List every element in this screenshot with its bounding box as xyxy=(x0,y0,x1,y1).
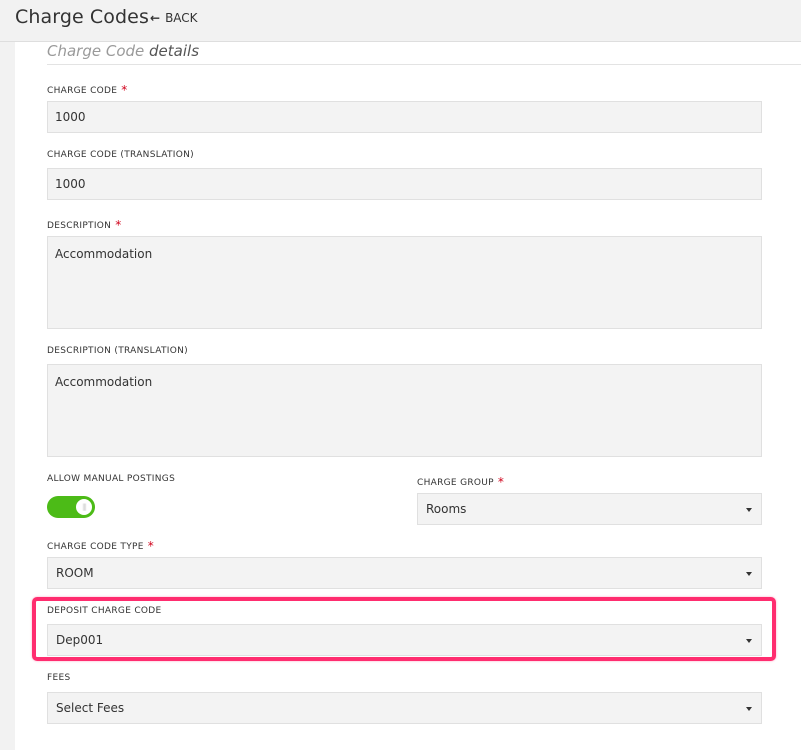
charge-group-label: CHARGE GROUP * xyxy=(417,474,505,489)
fees-select[interactable]: Select Fees xyxy=(47,692,762,724)
deposit-charge-code-value: Dep001 xyxy=(56,633,104,647)
fees-value: Select Fees xyxy=(56,701,125,715)
page-title: Charge Codes xyxy=(15,6,149,28)
charge-code-type-label-text: CHARGE CODE TYPE xyxy=(47,542,144,552)
description-label: DESCRIPTION * xyxy=(47,217,122,232)
description-label-text: DESCRIPTION xyxy=(47,221,112,231)
description-textarea[interactable]: Accommodation xyxy=(47,236,762,329)
top-bar: Charge Codes ← BACK xyxy=(0,0,801,42)
allow-manual-postings-label: ALLOW MANUAL POSTINGS xyxy=(47,474,176,484)
charge-code-type-value: ROOM xyxy=(56,566,94,580)
caret-down-icon xyxy=(746,572,752,576)
charge-code-type-select[interactable]: ROOM xyxy=(47,557,762,589)
back-label: BACK xyxy=(165,11,198,25)
section-title-part1: Charge Code xyxy=(47,42,145,60)
deposit-charge-code-label: DEPOSIT CHARGE CODE xyxy=(47,606,162,616)
caret-down-icon xyxy=(746,508,752,512)
required-marker: * xyxy=(147,539,155,553)
description-translation-textarea[interactable]: Accommodation xyxy=(47,364,762,457)
back-button[interactable]: ← BACK xyxy=(150,11,198,25)
charge-code-label-text: CHARGE CODE xyxy=(47,86,118,96)
deposit-charge-code-select[interactable]: Dep001 xyxy=(47,624,762,656)
grip-icon: ||| xyxy=(81,502,87,511)
toggle-knob: ||| xyxy=(76,499,92,515)
charge-group-value: Rooms xyxy=(426,502,467,516)
fees-label: FEES xyxy=(47,673,71,683)
section-title-part2: details xyxy=(144,42,200,60)
charge-code-label: CHARGE CODE * xyxy=(47,82,128,97)
section-title: Charge Code details xyxy=(47,42,801,65)
arrow-left-icon: ← xyxy=(150,11,161,25)
description-translation-label: DESCRIPTION (TRANSLATION) xyxy=(47,346,188,356)
required-marker: * xyxy=(497,475,505,489)
charge-group-select[interactable]: Rooms xyxy=(417,493,762,525)
required-marker: * xyxy=(115,218,122,232)
caret-down-icon xyxy=(746,707,752,711)
required-marker: * xyxy=(121,83,128,97)
charge-group-label-text: CHARGE GROUP xyxy=(417,478,494,488)
allow-manual-postings-toggle[interactable]: ||| xyxy=(47,496,95,518)
caret-down-icon xyxy=(746,639,752,643)
charge-code-input[interactable] xyxy=(47,101,762,133)
left-gutter xyxy=(0,42,15,750)
charge-code-translation-input[interactable] xyxy=(47,168,762,200)
charge-code-type-label: CHARGE CODE TYPE * xyxy=(47,538,155,553)
charge-code-translation-label: CHARGE CODE (TRANSLATION) xyxy=(47,150,194,160)
